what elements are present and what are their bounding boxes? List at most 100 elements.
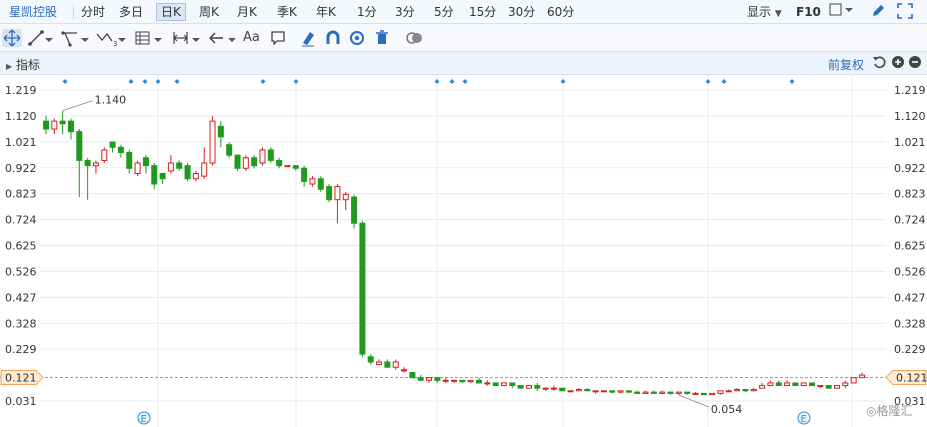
candle[interactable]	[201, 147, 208, 179]
indicator-menu[interactable]: ▶ 指标	[6, 56, 40, 73]
candle[interactable]	[176, 160, 183, 171]
tab-weekly-k[interactable]: 周K	[199, 3, 219, 21]
arrow-tool[interactable]	[208, 29, 238, 47]
candle[interactable]	[426, 377, 433, 383]
event-dot[interactable]	[142, 79, 148, 84]
candle[interactable]	[292, 165, 299, 171]
layout-dropdown[interactable]	[829, 3, 855, 21]
candle[interactable]	[659, 390, 666, 394]
candle[interactable]	[609, 390, 616, 394]
candle[interactable]	[467, 379, 474, 383]
candle[interactable]	[750, 388, 757, 392]
candle[interactable]	[309, 176, 316, 187]
channel-tool[interactable]	[61, 29, 91, 47]
candle[interactable]	[401, 367, 408, 373]
candle[interactable]	[184, 163, 191, 182]
candle[interactable]	[809, 382, 816, 387]
candle[interactable]	[550, 385, 557, 391]
candle[interactable]	[134, 160, 141, 177]
candlestick-chart[interactable]: 1.219 1.120 1.021 0.922 0.823 0.724 0.625 0.526…	[0, 75, 927, 427]
candle[interactable]	[734, 388, 741, 392]
candle[interactable]	[684, 391, 691, 395]
candle[interactable]	[142, 155, 149, 174]
candle[interactable]	[725, 389, 732, 393]
candle[interactable]	[534, 382, 541, 391]
candle[interactable]	[76, 129, 83, 198]
zoom-out-button[interactable]	[908, 55, 922, 72]
candle[interactable]	[451, 379, 457, 383]
event-dot[interactable]	[789, 79, 795, 84]
candle[interactable]	[101, 147, 108, 164]
candle[interactable]	[242, 155, 249, 171]
candle[interactable]	[151, 163, 158, 190]
event-marker[interactable]: E	[137, 411, 151, 425]
draw-pen-button[interactable]	[870, 3, 886, 21]
text-tool[interactable]: Aa	[243, 29, 260, 47]
overlay-toggle[interactable]	[405, 29, 425, 47]
tab-daily-k[interactable]: 日K	[156, 3, 186, 21]
move-tool[interactable]	[2, 29, 22, 47]
candle[interactable]	[567, 390, 574, 393]
event-dot[interactable]	[462, 79, 468, 84]
candle[interactable]	[509, 382, 516, 389]
candle[interactable]	[584, 388, 591, 392]
candle[interactable]	[267, 147, 274, 164]
candle[interactable]	[217, 121, 224, 148]
tab-3min[interactable]: 3分	[395, 3, 415, 21]
candle[interactable]	[284, 165, 291, 168]
candle[interactable]	[234, 154, 241, 171]
f10-button[interactable]: F10	[796, 3, 821, 21]
candle[interactable]	[575, 388, 582, 392]
candle[interactable]	[67, 118, 74, 140]
event-dot[interactable]	[174, 79, 180, 84]
candle[interactable]	[742, 388, 749, 393]
candle[interactable]	[542, 387, 549, 391]
candle[interactable]	[59, 110, 66, 135]
candle[interactable]	[842, 380, 849, 389]
candle[interactable]	[442, 377, 449, 383]
event-dot[interactable]	[260, 79, 266, 84]
candle[interactable]	[417, 375, 424, 381]
candle[interactable]	[525, 385, 532, 389]
candle[interactable]	[767, 380, 774, 387]
candle[interactable]	[126, 149, 133, 174]
candle[interactable]	[359, 220, 366, 357]
candle[interactable]	[800, 382, 807, 387]
event-dot[interactable]	[721, 79, 727, 84]
candle[interactable]	[459, 379, 466, 383]
candle[interactable]	[634, 390, 641, 394]
candle[interactable]	[775, 380, 782, 387]
delete-drawings-tool[interactable]	[374, 29, 390, 47]
show-drawings-tool[interactable]	[349, 29, 365, 47]
candle[interactable]	[384, 359, 391, 368]
tab-multi-day[interactable]: 多日	[119, 3, 143, 21]
tab-1min[interactable]: 1分	[357, 3, 377, 21]
line-tool[interactable]	[28, 29, 54, 47]
candle[interactable]	[259, 147, 266, 166]
tab-15min[interactable]: 15分	[469, 3, 496, 21]
candle[interactable]	[351, 194, 358, 229]
candle[interactable]	[784, 380, 791, 387]
candle[interactable]	[326, 183, 333, 203]
candle[interactable]	[43, 115, 49, 135]
candle[interactable]	[592, 390, 599, 394]
candle[interactable]	[625, 390, 632, 394]
candle[interactable]	[667, 391, 674, 395]
tab-60min[interactable]: 60分	[547, 3, 574, 21]
fullscreen-button[interactable]	[897, 3, 913, 21]
candle[interactable]	[817, 385, 824, 389]
candle[interactable]	[500, 382, 507, 387]
candle[interactable]	[475, 377, 482, 384]
candle[interactable]	[492, 382, 499, 387]
magnet-tool[interactable]	[325, 29, 341, 47]
candle[interactable]	[792, 382, 799, 387]
candle[interactable]	[850, 377, 857, 384]
candle[interactable]	[717, 390, 724, 395]
display-dropdown[interactable]: 显示 ▼	[747, 3, 782, 21]
reset-button[interactable]	[872, 55, 886, 72]
candle[interactable]	[209, 115, 216, 166]
candle[interactable]	[859, 372, 865, 379]
wave-tool[interactable]: 3	[96, 29, 128, 47]
range-tool[interactable]	[172, 29, 202, 47]
candle[interactable]	[675, 391, 682, 395]
